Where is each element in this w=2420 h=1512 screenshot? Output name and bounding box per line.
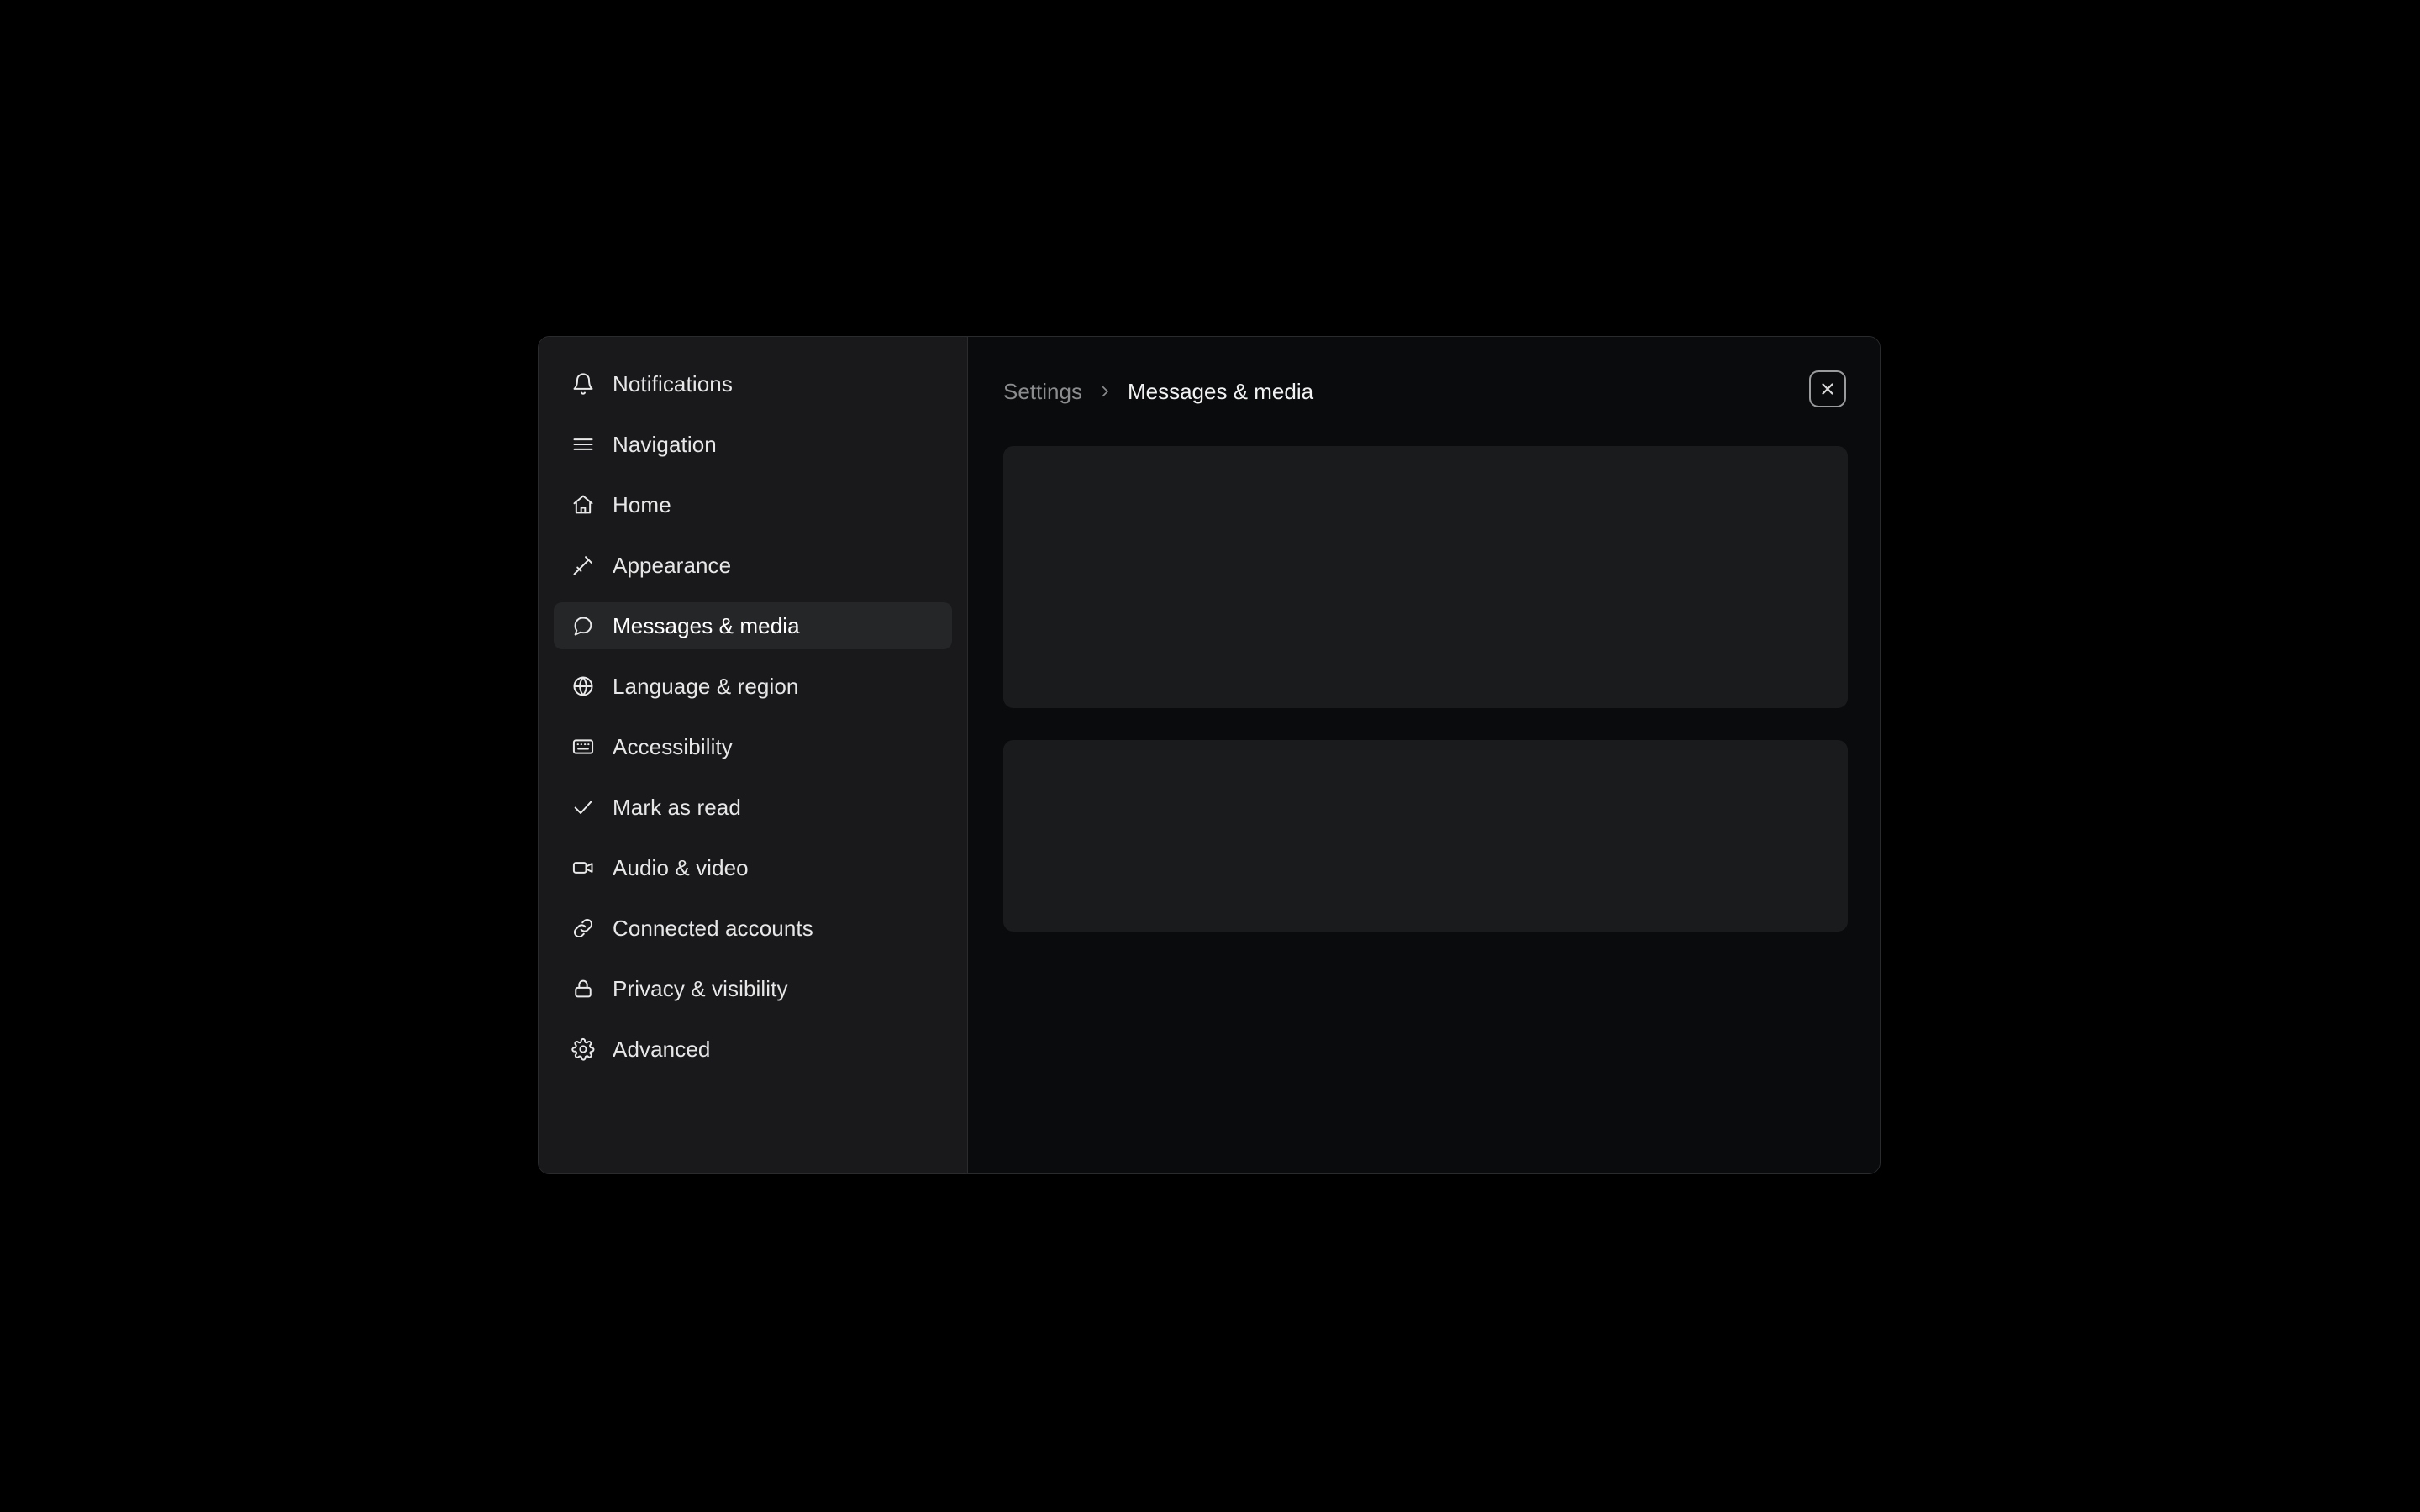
sidebar-item-label: Mark as read bbox=[613, 795, 741, 820]
sidebar-item-label: Language & region bbox=[613, 674, 799, 699]
content-header: Settings Messages & media bbox=[968, 337, 1880, 446]
globe-icon bbox=[571, 674, 596, 699]
settings-content-pane: Settings Messages & media bbox=[968, 337, 1880, 1173]
sidebar-item-label: Privacy & visibility bbox=[613, 976, 788, 1001]
content-placeholder-card-1 bbox=[1003, 446, 1848, 708]
sidebar-item-advanced[interactable]: Advanced bbox=[554, 1026, 952, 1073]
menu-icon bbox=[571, 432, 596, 457]
content-body bbox=[968, 446, 1880, 1173]
sidebar-item-label: Connected accounts bbox=[613, 916, 813, 941]
sidebar-item-navigation[interactable]: Navigation bbox=[554, 421, 952, 468]
sidebar-item-label: Advanced bbox=[613, 1037, 711, 1062]
lock-icon bbox=[571, 976, 596, 1001]
breadcrumb-current-page: Messages & media bbox=[1127, 378, 1314, 404]
sidebar-item-home[interactable]: Home bbox=[554, 481, 952, 528]
sidebar-item-label: Audio & video bbox=[613, 855, 749, 880]
link-icon bbox=[571, 916, 596, 941]
gear-icon bbox=[571, 1037, 596, 1062]
sidebar-item-label: Accessibility bbox=[613, 734, 733, 759]
content-placeholder-card-2 bbox=[1003, 740, 1848, 932]
chevron-right-icon bbox=[1097, 384, 1113, 399]
sidebar-item-label: Home bbox=[613, 492, 671, 517]
keyboard-icon bbox=[571, 734, 596, 759]
close-button[interactable] bbox=[1809, 370, 1846, 407]
sidebar-item-label: Messages & media bbox=[613, 613, 800, 638]
settings-sidebar: Notifications Navigation Home Appearance Mes… bbox=[539, 337, 968, 1173]
sidebar-item-audio-and-video[interactable]: Audio & video bbox=[554, 844, 952, 891]
close-x-icon bbox=[1818, 380, 1837, 398]
paintbrush-icon bbox=[571, 553, 596, 578]
sidebar-item-language-and-region[interactable]: Language & region bbox=[554, 663, 952, 710]
sidebar-item-notifications[interactable]: Notifications bbox=[554, 360, 952, 407]
home-icon bbox=[571, 492, 596, 517]
sidebar-item-privacy-and-visibility[interactable]: Privacy & visibility bbox=[554, 965, 952, 1012]
sidebar-item-mark-as-read[interactable]: Mark as read bbox=[554, 784, 952, 831]
sidebar-item-label: Navigation bbox=[613, 432, 717, 457]
breadcrumb: Settings Messages & media bbox=[1003, 379, 1313, 405]
bell-icon bbox=[571, 371, 596, 396]
sidebar-item-connected-accounts[interactable]: Connected accounts bbox=[554, 905, 952, 952]
sidebar-item-messages-and-media[interactable]: Messages & media bbox=[554, 602, 952, 649]
settings-modal: Notifications Navigation Home Appearance Mes… bbox=[538, 336, 1881, 1174]
breadcrumb-root-settings[interactable]: Settings bbox=[1003, 379, 1082, 405]
sidebar-item-label: Notifications bbox=[613, 371, 733, 396]
sidebar-item-accessibility[interactable]: Accessibility bbox=[554, 723, 952, 770]
message-icon bbox=[571, 613, 596, 638]
sidebar-item-label: Appearance bbox=[613, 553, 732, 578]
check-icon bbox=[571, 795, 596, 820]
video-camera-icon bbox=[571, 855, 596, 880]
sidebar-item-appearance[interactable]: Appearance bbox=[554, 542, 952, 589]
